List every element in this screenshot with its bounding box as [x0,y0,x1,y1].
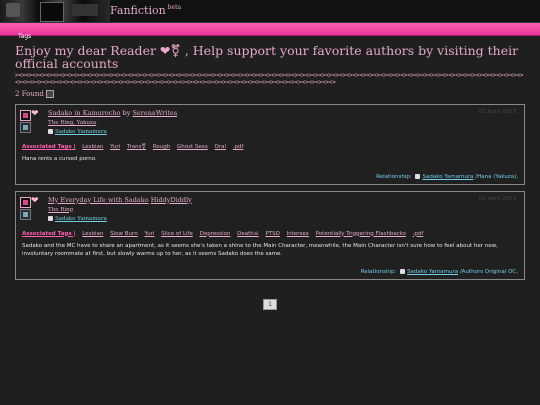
page-button[interactable]: 1 [263,298,277,310]
relationship-label: Relationship: [360,268,397,275]
tag-link[interactable]: Rough [153,144,170,150]
decorative-divider: ><><><><><><><><><><><><><><><><><><><><… [15,72,524,86]
story-icons: ❤ [20,196,42,223]
tags-label: Associated Tags | [22,230,76,237]
relationship-character-link[interactable]: Sadako Yamamura [407,269,458,275]
tag-link[interactable]: Potentially Triggering Flashbacks [316,231,406,237]
story-summary: Sadako and the MC have to share an apart… [22,242,498,258]
story-title-link[interactable]: My Everyday Life with Sadako [48,196,149,204]
tag-link[interactable]: Slice of Life [161,231,193,237]
pagination: 1 [15,291,525,310]
story-fandom-link[interactable]: The Ring [48,207,518,213]
tag-link[interactable]: PTSD [265,231,279,237]
story-fandom-link[interactable]: The Ring, Yakuza [48,120,518,126]
site-header: Fanfiction beta [0,0,540,23]
site-title[interactable]: Fanfiction beta [110,4,181,17]
story-date: 01 April 2023 [478,109,516,115]
ghost-icon [48,129,53,134]
ghost-icon [48,215,53,221]
story-character: Sadako Yamamura [48,215,518,222]
story-title-link[interactable]: Sadako in Kamurocho [48,109,120,117]
tag-link[interactable]: Yuri [110,144,120,150]
results-count: 2 Found [15,90,525,98]
heart-icon[interactable]: ❤ [31,196,41,206]
story-title: My Everyday Life with Sadako HiddyDiddly [48,196,518,204]
relationship-partner[interactable]: /Hana (Yakuza), [475,174,518,180]
tag-link[interactable]: Intersex [287,231,309,237]
story-author-link[interactable]: HiddyDiddly [151,196,192,204]
tag-link[interactable]: Depression [200,231,231,237]
story-tags: Associated Tags | Lesbian Slow Burn Yuri… [22,231,518,237]
tag-link[interactable]: Lesbian [82,144,103,150]
ghost-icon [400,268,406,274]
story-title: Sadako in Kamurocho by SerenaWrites [48,109,518,117]
story-date: 01 April 2023 [478,195,516,202]
story-icons: ❤ [20,110,42,136]
relationship-character-link[interactable]: Sadako Yamamura [422,174,473,180]
relationship-label: Relationship: [376,173,412,180]
site-name[interactable]: Fanfiction [110,4,166,17]
nav-bar: Tags [0,23,540,40]
results-count-text: 2 Found [15,90,44,98]
story-card: ❤ 01 April 2023 Sadako in Kamurocho by S… [15,104,525,185]
nav-tags-link[interactable]: Tags [18,33,31,40]
tag-link[interactable]: Trans⚧ [127,144,146,150]
character-link[interactable]: Sadako Yamamura [55,216,107,222]
story-tags: Associated Tags | Lesbian Yuri Trans⚧ Ro… [22,144,518,150]
tag-link[interactable]: Slow Burn [110,231,138,237]
story-relationship: Relationship: Sadako Yamamura /Hana (Yak… [22,173,518,180]
author-avatar-icon[interactable] [20,110,31,121]
ghost-icon [415,173,421,179]
story-summary: Hana rents a cursed porno. [22,156,97,162]
tags-label: Associated Tags | [22,144,76,150]
tag-link[interactable]: Ghost Sexs [177,144,208,150]
tag-link[interactable]: .pdf [413,231,424,237]
story-relationship: Relationship: Sadako Yamamura /Authors O… [22,268,518,275]
tag-link[interactable]: Yuri [144,231,154,237]
site-banner-image[interactable] [0,0,110,22]
beta-badge: beta [167,4,182,12]
story-by: by [122,109,131,117]
story-card: ❤ 01 April 2023 My Everyday Life with Sa… [15,190,525,280]
character-avatar-icon [20,122,31,133]
broken-image-icon [45,90,54,98]
tag-link[interactable]: Death☠ [237,231,259,237]
tag-link[interactable]: Lesbian [82,231,103,237]
heart-icon[interactable]: ❤ [31,110,41,119]
story-character: Sadako Yamamura [48,129,518,135]
tag-link[interactable]: .pdf [233,144,244,150]
story-author-link[interactable]: SerenaWrites [132,109,177,117]
main-content: Enjoy my dear Reader ❤⚧ , Help support y… [0,44,540,310]
page-heading: Enjoy my dear Reader ❤⚧ , Help support y… [15,43,519,71]
relationship-partner[interactable]: /Authors Original OC, [460,269,518,275]
tag-link[interactable]: Oral [215,144,227,150]
character-avatar-icon [20,208,31,220]
author-avatar-icon[interactable] [20,196,31,208]
character-link[interactable]: Sadako Yamamura [55,129,107,135]
